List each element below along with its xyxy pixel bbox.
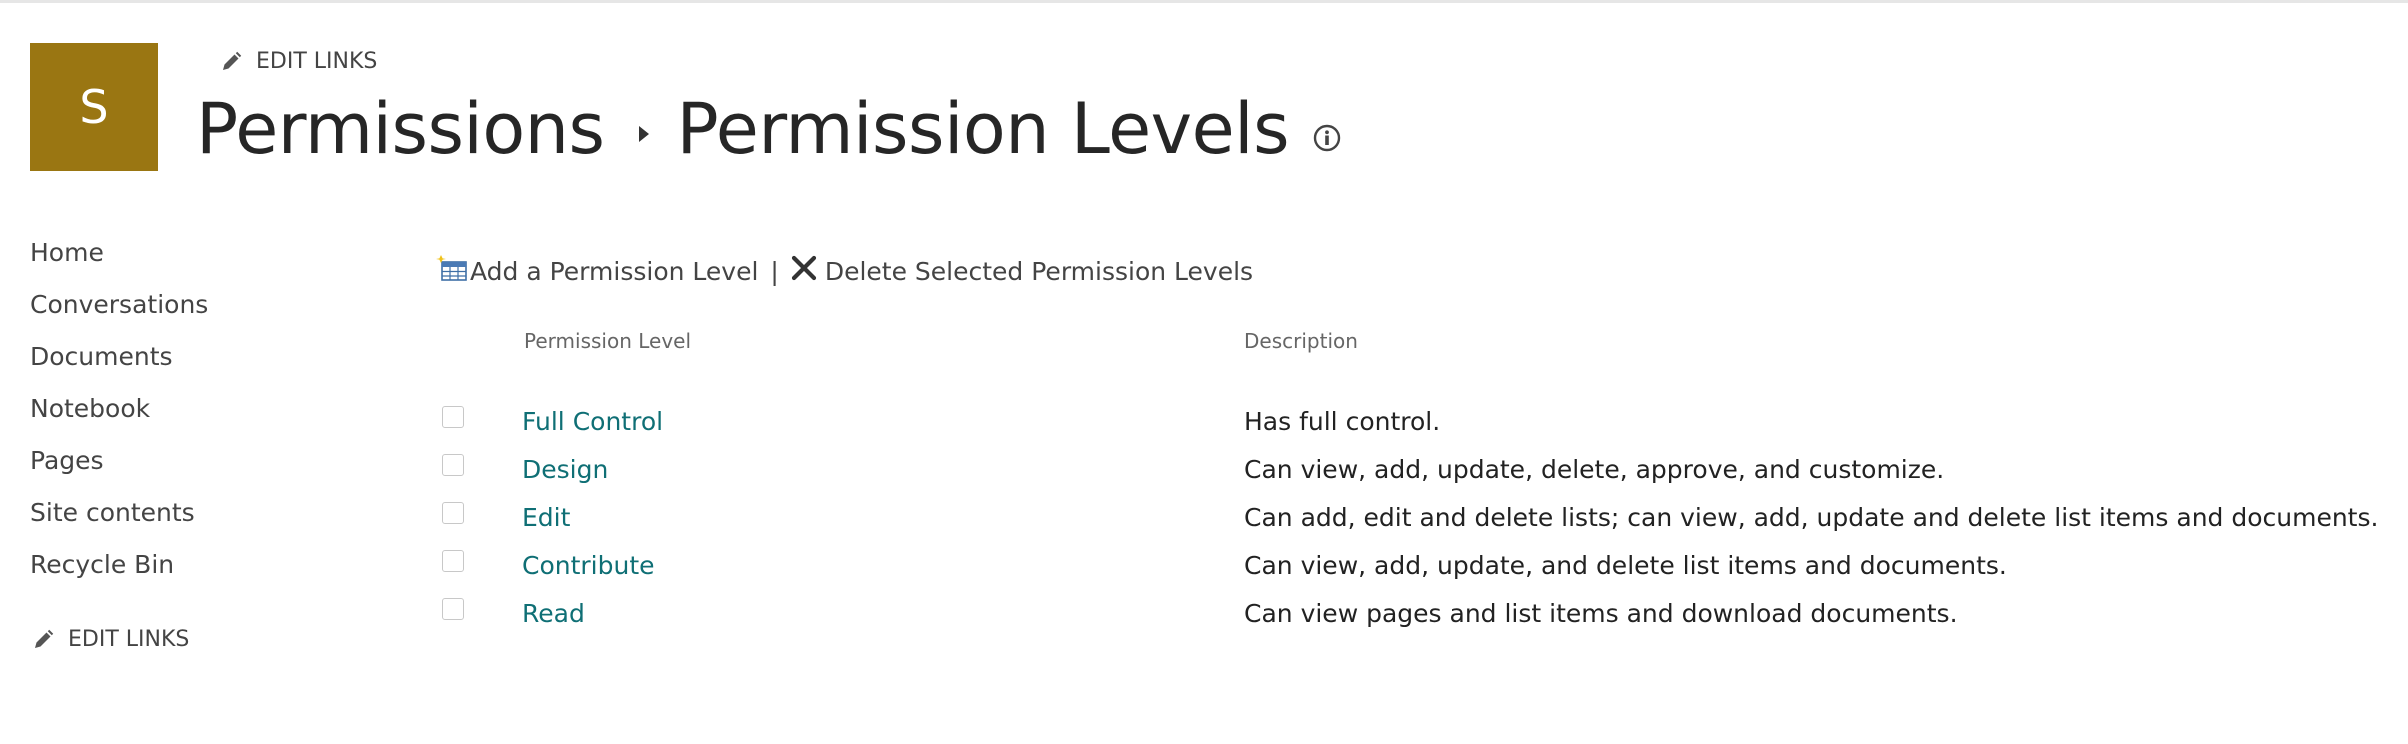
nav-item-home[interactable]: Home: [30, 233, 208, 285]
permission-level-description: Can add, edit and delete lists; can view…: [1244, 503, 2379, 532]
pencil-icon: [223, 51, 242, 70]
toolbar-separator: |: [770, 256, 779, 286]
delete-x-icon: [791, 255, 816, 281]
row-checkbox[interactable]: [442, 550, 464, 572]
row-checkbox[interactable]: [442, 502, 464, 524]
site-logo-letter: S: [79, 80, 109, 134]
breadcrumb-arrow-icon: [638, 126, 649, 142]
edit-links-top-button[interactable]: EDIT LINKS: [220, 49, 377, 74]
info-icon[interactable]: [1313, 124, 1341, 152]
permission-level-description: Can view, add, update, delete, approve, …: [1244, 455, 1945, 484]
permission-level-link[interactable]: Read: [522, 599, 585, 628]
add-permission-level-button[interactable]: Add a Permission Level: [436, 255, 759, 286]
nav-item-site-contents[interactable]: Site contents: [30, 493, 208, 545]
column-header-description: Description: [1244, 329, 1358, 353]
row-checkbox[interactable]: [442, 454, 464, 476]
permission-toolbar: Add a Permission Level | Delete Selected…: [436, 251, 1253, 291]
nav-item-documents[interactable]: Documents: [30, 337, 208, 389]
permission-level-link[interactable]: Full Control: [522, 407, 663, 436]
delete-permission-levels-label: Delete Selected Permission Levels: [824, 256, 1254, 286]
edit-links-nav-label: EDIT LINKS: [68, 627, 190, 652]
row-checkbox[interactable]: [442, 598, 464, 620]
edit-links-top-label: EDIT LINKS: [256, 49, 378, 74]
permission-level-description: Can view pages and list items and downlo…: [1244, 599, 1958, 628]
breadcrumb-permissions-link[interactable]: Permissions: [196, 88, 605, 170]
edit-links-nav-button[interactable]: EDIT LINKS: [32, 627, 189, 652]
permission-level-link[interactable]: Design: [522, 455, 608, 484]
pencil-icon: [35, 629, 54, 648]
page-title: Permissions Permission Levels: [196, 81, 1341, 177]
permission-level-link[interactable]: Contribute: [522, 551, 655, 580]
page-title-text: Permission Levels: [676, 88, 1290, 170]
nav-item-notebook[interactable]: Notebook: [30, 389, 208, 441]
permission-level-description: Can view, add, update, and delete list i…: [1244, 551, 2007, 580]
delete-permission-levels-button[interactable]: Delete Selected Permission Levels: [791, 255, 1254, 286]
row-checkbox[interactable]: [442, 406, 464, 428]
nav-item-recycle-bin[interactable]: Recycle Bin: [30, 545, 208, 597]
permission-level-description: Has full control.: [1244, 407, 1441, 436]
nav-item-pages[interactable]: Pages: [30, 441, 208, 493]
add-table-icon: [436, 255, 467, 281]
column-header-permission-level[interactable]: Permission Level: [524, 329, 691, 353]
add-permission-level-label: Add a Permission Level: [470, 256, 759, 286]
left-nav: Home Conversations Documents Notebook Pa…: [30, 233, 208, 597]
site-logo[interactable]: S: [30, 43, 158, 171]
permission-level-link[interactable]: Edit: [522, 503, 570, 532]
nav-item-conversations[interactable]: Conversations: [30, 285, 208, 337]
